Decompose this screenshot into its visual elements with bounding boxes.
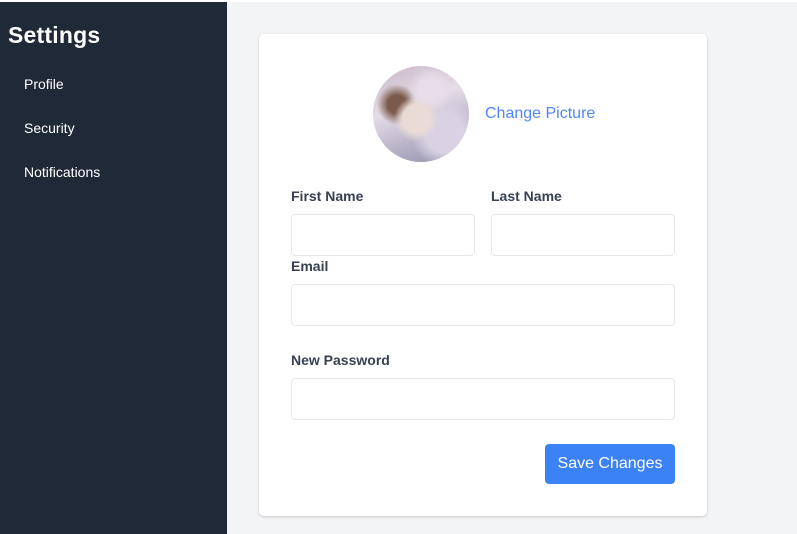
sidebar-item-profile[interactable]: Profile bbox=[24, 76, 64, 92]
sidebar-item-notifications[interactable]: Notifications bbox=[24, 164, 100, 180]
last-name-input[interactable] bbox=[491, 214, 675, 256]
new-password-input[interactable] bbox=[291, 378, 675, 420]
change-picture-link[interactable]: Change Picture bbox=[485, 105, 595, 123]
email-input[interactable] bbox=[291, 284, 675, 326]
last-name-label: Last Name bbox=[491, 188, 562, 204]
sidebar: Settings Profile Security Notifications bbox=[0, 2, 227, 534]
sidebar-item-security[interactable]: Security bbox=[24, 120, 75, 136]
email-label: Email bbox=[291, 258, 329, 274]
first-name-input[interactable] bbox=[291, 214, 475, 256]
save-changes-button[interactable]: Save Changes bbox=[545, 444, 675, 484]
sidebar-title: Settings bbox=[8, 22, 101, 48]
first-name-label: First Name bbox=[291, 188, 364, 204]
profile-card: Change Picture First Name Last Name Emai… bbox=[259, 34, 707, 516]
new-password-label: New Password bbox=[291, 352, 390, 368]
avatar bbox=[373, 66, 469, 162]
